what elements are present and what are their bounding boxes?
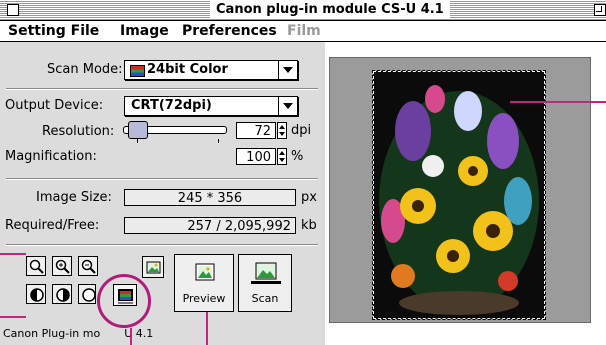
resolution-label: Resolution:	[42, 124, 115, 139]
menu-image[interactable]: Image	[120, 22, 169, 40]
zoom-out-button[interactable]	[78, 256, 98, 276]
image-button[interactable]	[142, 256, 164, 278]
title-bar[interactable]: Canon plug-in module CS-U 4.1	[0, 0, 606, 21]
rotate-button[interactable]	[26, 284, 46, 304]
zoom-fit-button[interactable]	[26, 256, 46, 276]
slider-tick	[218, 139, 219, 143]
menu-film: Film	[287, 23, 321, 39]
chevron-down-icon	[278, 97, 297, 115]
scan-mode-value: 24bit Color	[147, 62, 228, 77]
callout-line	[510, 101, 606, 103]
divider	[6, 88, 318, 90]
scan-button[interactable]: Scan	[238, 254, 292, 312]
status-text-tail: U 4.1	[124, 327, 154, 340]
status-bar: Canon Plug-in mo U 4.1	[0, 324, 328, 344]
scan-mode-select[interactable]: 24bit Color	[124, 60, 298, 80]
preview-button-label: Preview	[182, 292, 226, 305]
window-title: Canon plug-in module CS-U 4.1	[210, 1, 450, 19]
callout-line	[206, 312, 208, 345]
menu-bar: Setting File Image Preferences Film	[0, 21, 606, 42]
magnification-input[interactable]: 100	[236, 148, 276, 165]
resolution-input[interactable]: 72	[236, 122, 276, 139]
scan-mode-label: Scan Mode:	[47, 62, 123, 77]
slider-tick	[137, 139, 138, 143]
status-text: Canon Plug-in mo	[3, 327, 101, 340]
contrast-button[interactable]	[52, 284, 72, 304]
required-free-unit: kb	[301, 218, 317, 233]
divider	[6, 244, 318, 246]
brightness-button[interactable]	[78, 284, 96, 304]
menu-preferences[interactable]: Preferences	[182, 22, 277, 40]
image-size-value: 245 * 356	[124, 189, 296, 206]
contrast-icon	[56, 288, 70, 302]
scanner-plugin-window: Canon plug-in module CS-U 4.1 Setting Fi…	[0, 0, 606, 345]
divider	[6, 178, 318, 180]
zoom-fit-icon	[29, 259, 44, 274]
required-free-label: Required/Free:	[5, 218, 100, 233]
stepper-down-icon	[279, 132, 285, 136]
zoom-out-icon	[81, 259, 96, 274]
rotate-icon	[30, 288, 44, 302]
resolution-slider-thumb[interactable]	[128, 121, 148, 139]
callout-line	[130, 328, 132, 345]
magnification-unit: %	[291, 149, 304, 164]
highlight-ring	[97, 274, 151, 328]
crop-marquee[interactable]	[372, 70, 546, 320]
preview-icon	[195, 263, 215, 281]
stepper-down-icon	[279, 158, 285, 162]
magnification-stepper[interactable]	[277, 148, 287, 165]
stepper-up-icon	[279, 125, 285, 129]
image-size-label: Image Size:	[36, 190, 112, 205]
resolution-unit: dpi	[291, 123, 312, 138]
scan-icon	[251, 262, 281, 284]
stepper-up-icon	[279, 151, 285, 155]
required-free-value: 257 / 2,095,992	[124, 217, 296, 234]
output-device-label: Output Device:	[5, 98, 104, 113]
zoom-in-button[interactable]	[52, 256, 72, 276]
output-device-value: CRT(72dpi)	[131, 98, 212, 113]
menu-setting-file[interactable]: Setting File	[8, 22, 99, 40]
color-mode-icon	[130, 65, 145, 77]
image-icon	[146, 261, 161, 274]
callout-line	[0, 253, 26, 255]
zoom-in-icon	[55, 259, 70, 274]
chevron-down-icon	[278, 61, 297, 79]
scan-button-label: Scan	[251, 292, 279, 305]
close-box-icon[interactable]	[7, 4, 19, 16]
resolution-stepper[interactable]	[277, 122, 287, 139]
image-size-unit: px	[301, 190, 317, 205]
zoom-box-icon[interactable]	[594, 4, 606, 16]
callout-line	[0, 316, 26, 318]
brightness-icon	[82, 288, 96, 302]
preview-button[interactable]: Preview	[174, 254, 234, 312]
output-device-select[interactable]: CRT(72dpi)	[124, 96, 298, 116]
magnification-label: Magnification:	[5, 149, 97, 164]
